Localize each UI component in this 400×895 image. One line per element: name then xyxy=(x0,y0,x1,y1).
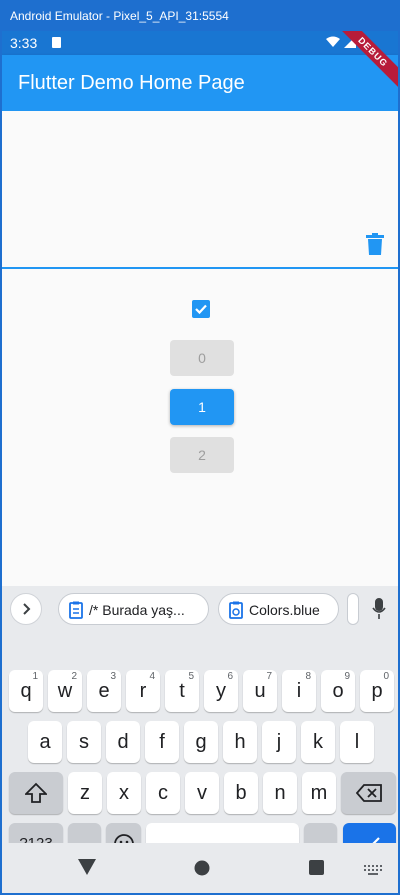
option-button-2[interactable]: 2 xyxy=(170,437,234,473)
wifi-icon xyxy=(326,36,340,47)
key-label: w xyxy=(57,680,73,702)
key-g[interactable]: g xyxy=(184,721,218,763)
key-b[interactable]: b xyxy=(224,772,258,814)
clipboard-suggestion-1[interactable]: /* Burada yaş... xyxy=(58,593,209,625)
key-t[interactable]: t5 xyxy=(165,670,199,712)
back-icon[interactable] xyxy=(78,859,96,875)
key-l[interactable]: l xyxy=(340,721,374,763)
shift-key[interactable] xyxy=(9,772,63,814)
key-j[interactable]: j xyxy=(262,721,296,763)
key-hint: 0 xyxy=(383,671,389,682)
suggestion-strip: /* Burada yaş... Colors.blue xyxy=(2,586,398,632)
clipboard-link-icon xyxy=(229,601,243,619)
option-button-1[interactable]: 1 xyxy=(170,389,234,425)
status-time: 3:33 xyxy=(10,35,38,51)
key-d[interactable]: d xyxy=(106,721,140,763)
clipboard-suggestion-overflow[interactable] xyxy=(347,593,359,625)
text-input-area[interactable] xyxy=(2,111,398,269)
key-label: o xyxy=(332,680,344,702)
key-hint: 6 xyxy=(227,671,233,682)
soft-keyboard: /* Burada yaş... Colors.blue q1w2e3r4t5y… xyxy=(2,586,398,865)
emulator-window-title: Android Emulator - Pixel_5_API_31:5554 xyxy=(0,0,400,31)
key-k[interactable]: k xyxy=(301,721,335,763)
shift-icon xyxy=(23,782,49,803)
key-y[interactable]: y6 xyxy=(204,670,238,712)
key-u[interactable]: u7 xyxy=(243,670,277,712)
clipboard-suggestion-text: Colors.blue xyxy=(249,602,320,618)
key-label: r xyxy=(139,680,147,702)
option-button-0[interactable]: 0 xyxy=(170,340,234,376)
clipboard-suggestion-text: /* Burada yaş... xyxy=(89,602,185,618)
key-hint: 8 xyxy=(305,671,311,682)
key-v[interactable]: v xyxy=(185,772,219,814)
key-a[interactable]: a xyxy=(28,721,62,763)
app-bar: Flutter Demo Home Page xyxy=(2,55,398,111)
keyboard-switcher-icon[interactable] xyxy=(364,865,382,875)
key-label: i xyxy=(296,680,302,702)
delete-icon[interactable] xyxy=(366,233,384,255)
key-r[interactable]: r4 xyxy=(126,670,160,712)
backspace-icon xyxy=(355,784,382,802)
home-icon[interactable] xyxy=(194,860,210,876)
key-i[interactable]: i8 xyxy=(282,670,316,712)
key-w[interactable]: w2 xyxy=(48,670,82,712)
check-icon xyxy=(195,304,207,315)
key-hint: 3 xyxy=(110,671,116,682)
key-label: y xyxy=(216,680,226,702)
clipboard-suggestion-2[interactable]: Colors.blue xyxy=(218,593,339,625)
key-hint: 7 xyxy=(266,671,272,682)
expand-toolbar-button[interactable] xyxy=(10,593,42,625)
key-c[interactable]: c xyxy=(146,772,180,814)
key-hint: 4 xyxy=(149,671,155,682)
key-f[interactable]: f xyxy=(145,721,179,763)
key-hint: 2 xyxy=(71,671,77,682)
key-s[interactable]: s xyxy=(67,721,101,763)
page-title: Flutter Demo Home Page xyxy=(18,72,245,94)
device-screen: 3:33 Flutter Demo Home Page DEBUG 0 1 2 xyxy=(0,31,400,895)
key-label: t xyxy=(179,680,185,702)
sim-card-icon xyxy=(52,37,61,48)
key-label: q xyxy=(20,680,32,702)
key-hint: 1 xyxy=(32,671,38,682)
key-hint: 5 xyxy=(188,671,194,682)
key-m[interactable]: m xyxy=(302,772,336,814)
key-label: u xyxy=(254,680,266,702)
key-p[interactable]: p0 xyxy=(360,670,394,712)
clipboard-icon xyxy=(69,601,83,619)
key-label: p xyxy=(371,680,383,702)
key-e[interactable]: e3 xyxy=(87,670,121,712)
key-x[interactable]: x xyxy=(107,772,141,814)
mic-icon[interactable] xyxy=(372,598,386,620)
checkbox[interactable] xyxy=(192,300,210,318)
system-nav-bar xyxy=(2,843,398,893)
key-label: e xyxy=(98,680,110,702)
recents-icon[interactable] xyxy=(309,860,324,875)
key-o[interactable]: o9 xyxy=(321,670,355,712)
chevron-right-icon xyxy=(23,603,31,615)
key-h[interactable]: h xyxy=(223,721,257,763)
key-q[interactable]: q1 xyxy=(9,670,43,712)
status-bar: 3:33 xyxy=(2,31,398,55)
key-z[interactable]: z xyxy=(68,772,102,814)
backspace-key[interactable] xyxy=(341,772,396,814)
key-n[interactable]: n xyxy=(263,772,297,814)
key-hint: 9 xyxy=(344,671,350,682)
